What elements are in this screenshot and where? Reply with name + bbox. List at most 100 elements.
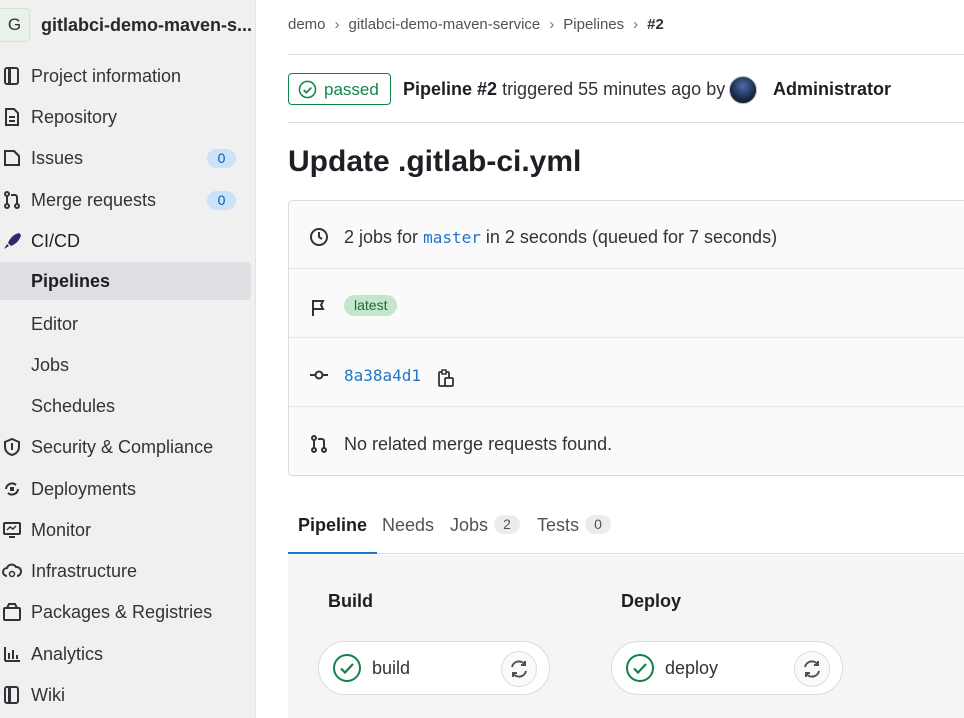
check-circle-icon [298,80,317,99]
sidebar-item-label: Merge requests [31,190,157,210]
cloud-gear-icon [2,563,22,578]
pipeline-triggered-text: triggered 55 minutes ago by [502,79,726,99]
pipeline-tabs: Pipeline Needs Jobs 2 Tests 0 [287,500,964,554]
sidebar-item-analytics[interactable]: Analytics [0,635,251,673]
commit-icon [310,370,328,380]
sidebar-item-label: Packages & Registries [31,602,213,622]
sidebar-item-wiki[interactable]: Wiki [0,676,251,714]
check-circle-icon [626,654,654,682]
tab-needs[interactable]: Needs [382,515,434,554]
stage-title-deploy: Deploy [621,591,682,611]
sidebar-item-editor[interactable]: Editor [0,305,251,343]
pipeline-header: Pipeline #2 triggered 55 minutes ago by [403,79,725,100]
sidebar-item-label: Infrastructure [31,561,138,581]
sidebar-item-security-compliance[interactable]: Security & Compliance [0,428,251,466]
merge-requests-count-badge: 0 [207,191,236,210]
tab-jobs[interactable]: Jobs 2 [450,515,521,554]
sidebar-item-merge-requests[interactable]: Merge requests 0 [0,181,251,219]
divider [288,122,964,123]
jobs-info-text: 2 jobs for master in 2 seconds (queued f… [344,227,777,248]
tab-tests[interactable]: Tests 0 [537,515,612,554]
sidebar-item-label: Security & Compliance [31,437,214,457]
sidebar-item-packages-registries[interactable]: Packages & Registries [0,593,251,631]
sidebar-item-label: CI/CD [31,231,80,251]
sidebar-item-schedules[interactable]: Schedules [0,387,251,425]
sidebar-item-label: Pipelines [31,271,111,291]
project-info-icon [4,67,19,85]
job-name: build [372,658,411,678]
package-icon [3,603,21,621]
breadcrumb-separator: › [549,16,555,33]
issues-count-badge: 0 [207,149,236,168]
sidebar-item-label: Jobs [31,355,70,375]
sidebar-item-label: Monitor [31,520,92,540]
jobs-suffix: in 2 seconds (queued for 7 seconds) [485,227,778,247]
merge-request-icon [4,191,20,209]
commit-info: 8a38a4d1 [344,365,421,386]
shield-icon [4,437,20,457]
commit-row: 8a38a4d1 [289,339,964,407]
sidebar-item-cicd[interactable]: CI/CD [0,222,251,260]
breadcrumb-separator: › [633,16,639,33]
avatar[interactable] [729,76,757,104]
status-badge[interactable]: passed [288,73,391,105]
breadcrumb-demo[interactable]: demo [288,16,326,33]
sidebar-item-jobs[interactable]: Jobs [0,346,251,384]
commit-sha-link[interactable]: 8a38a4d1 [344,366,421,385]
sidebar-item-pipelines[interactable]: Pipelines [0,262,251,300]
project-avatar: G [0,8,30,42]
analytics-icon [4,647,20,662]
breadcrumb-project[interactable]: gitlabci-demo-maven-service [349,16,541,33]
breadcrumb-pipelines[interactable]: Pipelines [563,16,624,33]
user-link[interactable]: Administrator [773,79,891,100]
sidebar-item-infrastructure[interactable]: Infrastructure [0,552,251,590]
rocket-icon [4,233,21,249]
sidebar-item-label: Repository [31,107,118,127]
retry-button[interactable] [794,651,830,687]
pipeline-id: Pipeline #2 [403,79,498,99]
retry-icon [804,660,820,678]
sidebar-item-issues[interactable]: Issues 0 [0,139,251,177]
breadcrumb: demo › gitlabci-demo-maven-service › Pipelin… [288,16,664,33]
issues-icon [4,150,20,166]
branch-link[interactable]: master [423,228,481,247]
tags-row: latest [289,270,964,338]
retry-icon [511,660,527,678]
sidebar-item-project-information[interactable]: Project information [0,57,251,95]
jobs-info-row: 2 jobs for master in 2 seconds (queued f… [289,201,964,269]
sidebar-item-monitor[interactable]: Monitor [0,511,251,549]
project-name[interactable]: gitlabci-demo-maven-s... [41,15,252,36]
sidebar-item-label: Project information [31,66,182,86]
job-deploy[interactable]: deploy [611,641,843,695]
sidebar-item-deployments[interactable]: Deployments [0,470,251,508]
sidebar-item-label: Deployments [31,479,137,499]
copy-icon[interactable] [437,368,455,388]
tab-label: Needs [382,515,435,535]
tab-label: Pipeline [298,515,368,535]
tests-count-badge: 0 [585,515,612,534]
latest-badge[interactable]: latest [344,295,398,316]
pipeline-graph: Build build Deploy deploy [288,555,964,718]
repository-icon [5,108,19,126]
breadcrumb-separator: › [334,16,340,33]
divider [288,54,964,55]
sidebar-item-label: Issues [31,148,84,168]
retry-button[interactable] [501,651,537,687]
sidebar-item-label: Analytics [31,644,104,664]
jobs-count-badge: 2 [494,515,521,534]
job-name: deploy [665,658,719,678]
clock-icon [310,228,328,246]
book-icon [4,686,19,704]
job-build[interactable]: build [318,641,550,695]
sidebar: G gitlabci-demo-maven-s... Project infor… [0,0,256,718]
breadcrumb-pipeline-id[interactable]: #2 [647,16,664,33]
sidebar-item-repository[interactable]: Repository [0,98,251,136]
sidebar-item-label: Wiki [31,685,65,705]
tab-pipeline[interactable]: Pipeline [287,515,378,554]
sidebar-item-label: Schedules [31,396,116,416]
check-circle-icon [333,654,361,682]
tab-label: Jobs [450,515,489,535]
merge-requests-text: No related merge requests found. [344,434,613,454]
status-label: passed [324,80,379,99]
project-header[interactable]: G gitlabci-demo-maven-s... [0,8,256,44]
